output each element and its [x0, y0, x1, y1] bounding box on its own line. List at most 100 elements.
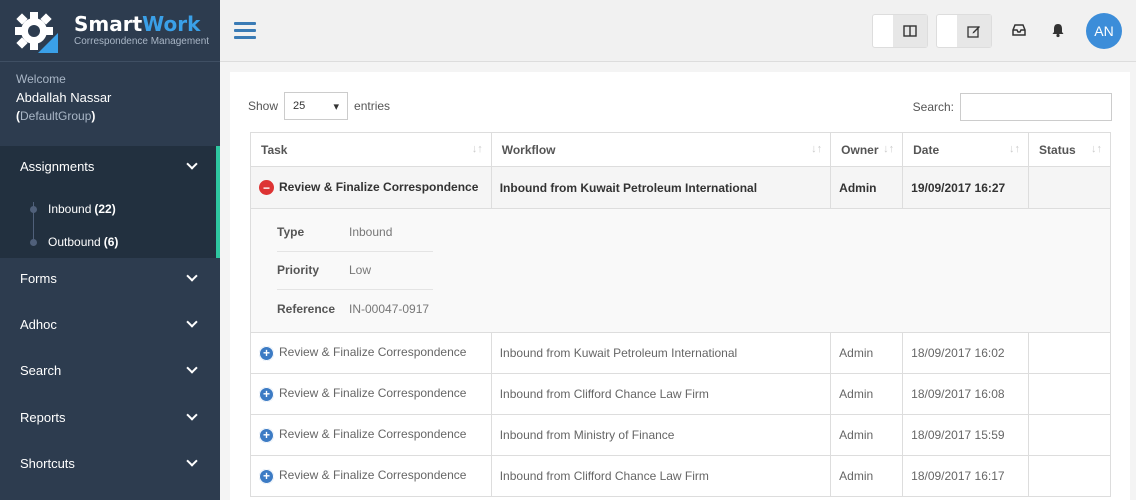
column-header-date[interactable]: Date ↓↑ [902, 132, 1030, 167]
search-input[interactable] [960, 93, 1112, 121]
inbound-count: (22) [94, 202, 116, 216]
owner-cell: Admin [830, 373, 904, 415]
user-group: (DefaultGroup) [16, 109, 96, 123]
menu-toggle-icon[interactable] [234, 22, 256, 40]
top-bar: AN [220, 0, 1136, 62]
date-cell: 18/09/2017 16:02 [902, 332, 1030, 374]
owner-cell: Admin [830, 166, 904, 209]
table-row[interactable]: + Review & Finalize Correspondence Inboun… [250, 414, 1111, 456]
sidebar-item-label: Adhoc [20, 316, 57, 332]
tasks-table: Task ↓↑ Workflow ↓↑ Owner ↓↑ Date ↓↑ Status ↓… [250, 132, 1111, 497]
sidebar-item-label: Reports [20, 409, 66, 425]
expand-icon[interactable]: + [259, 468, 274, 484]
user-name: Abdallah Nassar [16, 90, 112, 105]
caret-down-icon: ▾ [333, 100, 340, 113]
status-cell [1028, 332, 1111, 374]
status-cell [1028, 373, 1111, 415]
status-cell [1028, 166, 1111, 209]
sort-icon: ↓↑ [1009, 143, 1021, 155]
collapse-icon[interactable]: − [259, 180, 274, 196]
layout-toggle-button[interactable] [872, 14, 928, 48]
chevron-down-icon [186, 362, 198, 374]
edit-toggle-button[interactable] [936, 14, 992, 48]
sort-icon: ↓↑ [471, 143, 483, 155]
welcome-label: Welcome [16, 72, 66, 86]
bullet-icon [30, 205, 37, 213]
bullet-icon [30, 238, 37, 246]
sidebar-item-adhoc[interactable]: Adhoc [0, 304, 216, 344]
task-cell: + Review & Finalize Correspondence [250, 332, 492, 374]
status-cell [1028, 414, 1111, 456]
detail-type: Type Inbound [277, 214, 433, 252]
owner-cell: Admin [830, 455, 904, 497]
row-details: Type Inbound Priority Low Reference IN-0004… [250, 208, 1111, 333]
workflow-cell: Inbound from Clifford Chance Law Firm [490, 373, 832, 415]
task-cell: + Review & Finalize Correspondence [250, 455, 492, 497]
brand-subtitle: Correspondence Management [74, 36, 210, 47]
sidebar-item-shortcuts[interactable]: Shortcuts [0, 443, 216, 483]
table-row[interactable]: + Review & Finalize Correspondence Inboun… [250, 455, 1111, 497]
entries-label: entries [354, 99, 391, 113]
gear-logo-icon [12, 9, 62, 53]
table-search: Search: [913, 93, 1112, 121]
chevron-down-icon [186, 316, 198, 328]
edit-icon [957, 15, 991, 47]
date-cell: 18/09/2017 15:59 [902, 414, 1030, 456]
owner-cell: Admin [830, 414, 904, 456]
brand-title: SmartWork [74, 12, 201, 36]
chevron-down-icon [186, 409, 198, 421]
active-indicator [216, 146, 220, 258]
sidebar-subitem-inbound[interactable]: Inbound (22) [30, 202, 116, 216]
detail-reference: Reference IN-00047-0917 [277, 301, 430, 316]
brand[interactable]: SmartWork Correspondence Management [0, 0, 220, 62]
sidebar-item-label: Search [20, 362, 62, 378]
date-cell: 19/09/2017 16:27 [902, 166, 1030, 209]
expand-icon[interactable]: + [259, 345, 274, 361]
sort-icon: ↓↑ [811, 143, 823, 155]
workflow-cell: Inbound from Clifford Chance Law Firm [490, 455, 832, 497]
sidebar-subitem-outbound[interactable]: Outbound (6) [30, 235, 118, 249]
sidebar-item-label: Forms [20, 270, 57, 286]
task-cell: + Review & Finalize Correspondence [250, 373, 492, 415]
show-label: Show [248, 99, 279, 113]
sidebar-item-search[interactable]: Search [0, 350, 216, 390]
sidebar-item-reports[interactable]: Reports [0, 397, 216, 437]
inbox-icon[interactable] [1011, 22, 1029, 40]
table-row[interactable]: − Review & Finalize Correspondence Inboun… [250, 166, 1111, 209]
task-cell: − Review & Finalize Correspondence [250, 166, 492, 209]
welcome-panel: Welcome Abdallah Nassar (DefaultGroup) [0, 62, 220, 145]
date-cell: 18/09/2017 16:17 [902, 455, 1030, 497]
search-label: Search: [912, 100, 954, 114]
chevron-down-icon [186, 270, 198, 282]
avatar[interactable]: AN [1086, 13, 1122, 49]
column-header-workflow[interactable]: Workflow ↓↑ [490, 132, 832, 167]
entries-value: 25 [293, 100, 306, 112]
column-header-owner[interactable]: Owner ↓↑ [830, 132, 904, 167]
sidebar: SmartWork Correspondence Management Welc… [0, 0, 220, 500]
workflow-cell: Inbound from Kuwait Petroleum Internatio… [490, 332, 832, 374]
column-header-task[interactable]: Task ↓↑ [250, 132, 492, 167]
sort-icon: ↓↑ [883, 143, 895, 155]
outbound-count: (6) [103, 235, 119, 249]
chevron-down-icon [186, 455, 198, 467]
sort-icon: ↓↑ [1091, 143, 1102, 155]
subitem-label: Inbound [48, 202, 92, 216]
entries-select[interactable]: 25 ▾ [284, 92, 349, 120]
expand-icon[interactable]: + [259, 386, 274, 402]
details-cell: Type Inbound Priority Low Reference IN-0004… [250, 208, 1111, 333]
table-row[interactable]: + Review & Finalize Correspondence Inboun… [250, 373, 1111, 415]
sidebar-item-label: Assignments [20, 158, 95, 174]
workflow-cell: Inbound from Ministry of Finance [490, 414, 832, 456]
chevron-down-icon [186, 158, 198, 170]
sidebar-item-assignments[interactable]: Assignments [0, 146, 216, 186]
status-cell [1028, 455, 1111, 497]
bell-icon[interactable] [1050, 22, 1068, 40]
sidebar-item-label: Shortcuts [20, 455, 75, 471]
column-header-status[interactable]: Status ↓↑ [1028, 132, 1111, 167]
layout-icon [893, 15, 927, 47]
table-row[interactable]: + Review & Finalize Correspondence Inboun… [250, 332, 1111, 374]
expand-icon[interactable]: + [259, 427, 274, 443]
entries-control: Show 25 ▾ entries [248, 92, 390, 120]
workflow-cell: Inbound from Kuwait Petroleum Internatio… [490, 166, 832, 209]
sidebar-item-forms[interactable]: Forms [0, 258, 216, 298]
